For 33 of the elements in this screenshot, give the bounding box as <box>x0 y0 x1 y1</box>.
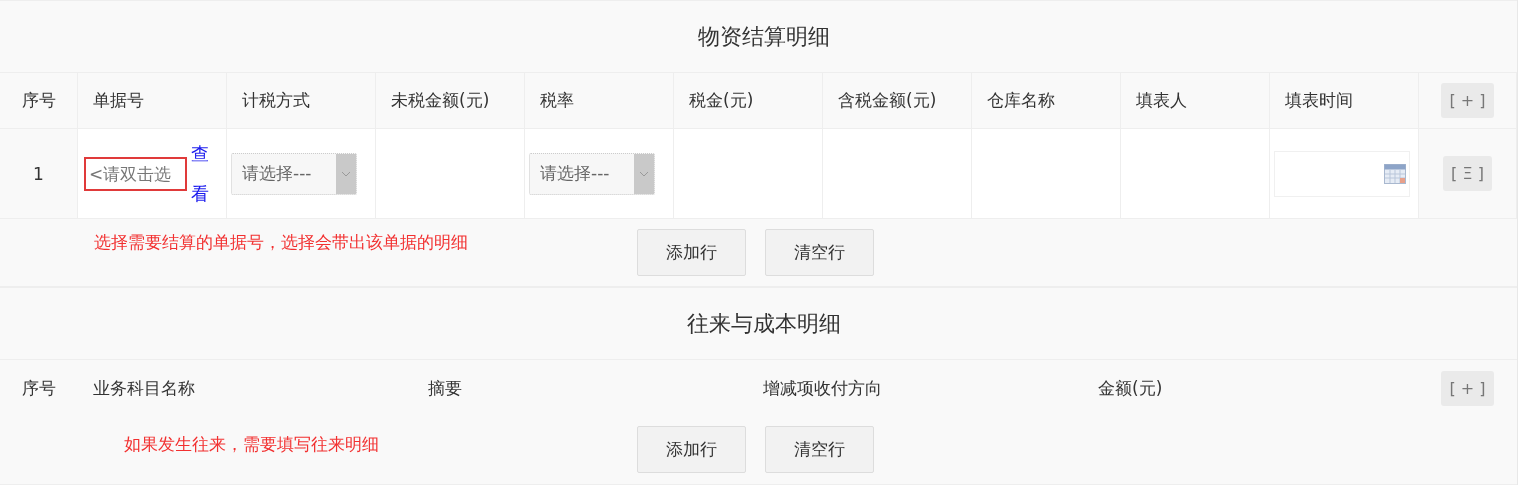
row-number: 1 <box>33 163 44 184</box>
column-header: 摘要 <box>428 376 462 400</box>
column-header: 税率 <box>540 89 574 112</box>
column-header: 仓库名称 <box>987 89 1055 112</box>
add-row-button[interactable]: [ + ] <box>1441 83 1494 118</box>
column-header: 增减项收付方向 <box>763 376 882 400</box>
action-button[interactable]: 清空行 <box>765 426 874 473</box>
column-header: 序号 <box>21 89 56 112</box>
date-field[interactable] <box>1274 150 1410 197</box>
hint-text: 选择需要结算的单据号，选择会带出该单据的明细 <box>93 231 469 254</box>
section-title: 物资结算明细 <box>697 22 830 51</box>
column-header: 单据号 <box>93 89 144 112</box>
view-link[interactable]: 查看 <box>191 133 209 214</box>
column-header: 金额(元) <box>1098 376 1163 400</box>
column-header: 税金(元) <box>689 89 754 112</box>
row-menu-button[interactable]: [ Ξ ] <box>1443 156 1492 191</box>
action-button[interactable]: 添加行 <box>637 229 746 276</box>
column-header: 填表时间 <box>1285 89 1353 112</box>
select-field[interactable]: 请选择--- <box>529 152 655 195</box>
column-header: 计税方式 <box>242 89 310 112</box>
select-field[interactable]: 请选择--- <box>231 152 357 195</box>
action-button[interactable]: 添加行 <box>637 426 746 473</box>
add-row-button[interactable]: [ + ] <box>1441 370 1494 406</box>
action-button[interactable]: 清空行 <box>765 229 874 276</box>
column-header: 业务科目名称 <box>93 376 195 400</box>
column-header: 填表人 <box>1136 89 1187 112</box>
calendar-icon[interactable] <box>1384 163 1406 184</box>
column-header: 含税金额(元) <box>838 89 937 112</box>
hint-text: 如果发生往来，需要填写往来明细 <box>123 433 380 456</box>
column-header: 序号 <box>22 376 56 400</box>
section-title: 往来与成本明细 <box>686 309 841 338</box>
column-header: 未税金额(元) <box>391 89 490 112</box>
document-number-field[interactable]: <请双击选 <box>84 156 187 191</box>
